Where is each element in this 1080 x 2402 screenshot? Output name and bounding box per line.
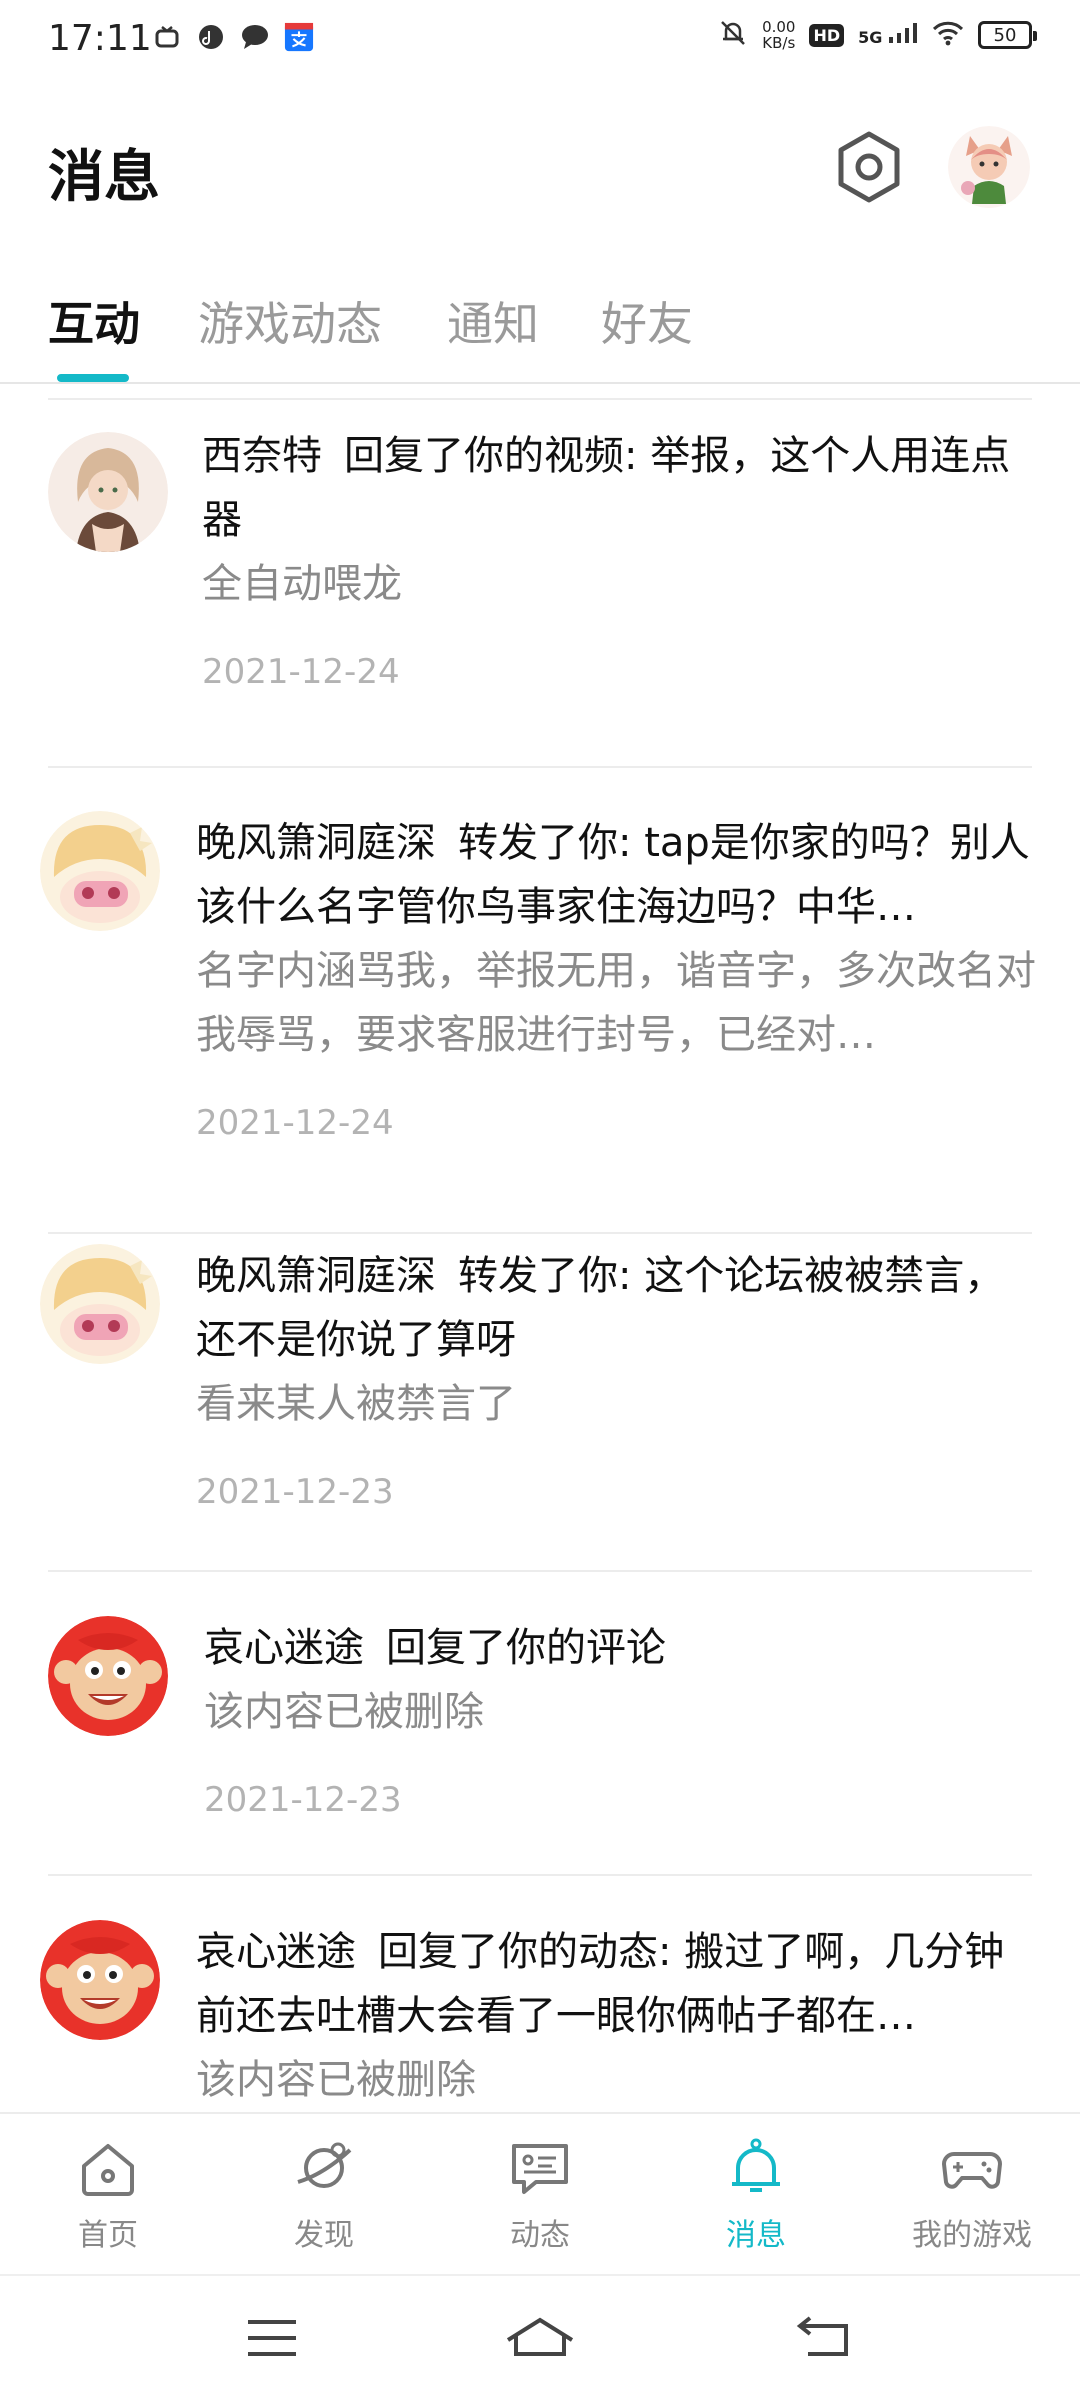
tab-active-indicator bbox=[57, 374, 129, 382]
message-date: 2021-12-23 bbox=[204, 1780, 402, 1820]
tab-notifications[interactable]: 通知 bbox=[447, 288, 539, 354]
nickname[interactable]: 晚风箫洞庭深 bbox=[196, 1253, 436, 1299]
message-title: 西奈特 回复了你的视频: 举报，这个人用连点器 bbox=[202, 424, 1042, 552]
message-title: 晚风箫洞庭深 转发了你: tap是你家的吗？别人该什么名字管你鸟事家住海边吗？中华… bbox=[196, 811, 1036, 939]
status-time: 17:11 bbox=[48, 18, 152, 59]
network-label: 5G bbox=[858, 28, 883, 47]
nav-feed[interactable]: 动态 bbox=[450, 2136, 630, 2254]
nav-label: 动态 bbox=[510, 2218, 570, 2253]
avatar[interactable] bbox=[40, 1920, 160, 2040]
nav-label: 首页 bbox=[78, 2218, 138, 2253]
message-list[interactable]: 西奈特 回复了你的视频: 举报，这个人用连点器 全自动喂龙 2021-12-24 … bbox=[0, 384, 1080, 2112]
message-content: 哀心迷途 回复了你的动态: 搬过了啊，几分钟前还去吐槽大会看了一眼你俩帖子都在… … bbox=[196, 1920, 1036, 2112]
menu-button[interactable] bbox=[244, 2314, 300, 2366]
message-action: 回复了你的评论 bbox=[386, 1625, 666, 1671]
divider bbox=[48, 398, 1032, 400]
net-speed-unit: KB/s bbox=[762, 34, 796, 52]
status-bar: 17:11 0.00 KB/s HD 5G 50 bbox=[0, 0, 1080, 84]
system-nav-bar bbox=[0, 2274, 1080, 2402]
message-body: 全自动喂龙 bbox=[202, 561, 402, 607]
hd-badge: HD bbox=[809, 23, 845, 47]
divider bbox=[48, 1232, 1032, 1234]
message-action: 回复了你的视频: 举报，这个人用连点器 bbox=[202, 433, 1011, 543]
bell-icon bbox=[732, 2138, 780, 2192]
nav-label: 发现 bbox=[294, 2218, 354, 2253]
message-content: 西奈特 回复了你的视频: 举报，这个人用连点器 全自动喂龙 2021-12-24 bbox=[202, 424, 1042, 692]
nickname[interactable]: 西奈特 bbox=[202, 433, 322, 479]
home-button[interactable] bbox=[504, 2314, 576, 2366]
nav-my-games[interactable]: 我的游戏 bbox=[882, 2136, 1062, 2254]
tab-interaction[interactable]: 互动 bbox=[48, 288, 140, 354]
message-title: 晚风箫洞庭深 转发了你: 这个论坛被被禁言，还不是你说了算呀 bbox=[196, 1244, 1036, 1372]
message-body: 该内容已被删除 bbox=[204, 1689, 484, 1735]
net-speed: 0.00 KB/s bbox=[762, 19, 795, 51]
message-content: 哀心迷途 回复了你的评论 该内容已被删除 2021-12-23 bbox=[204, 1616, 1044, 1820]
nav-discover[interactable]: 发现 bbox=[234, 2136, 414, 2254]
nav-messages[interactable]: 消息 bbox=[666, 2136, 846, 2254]
home-outline-icon bbox=[506, 2317, 574, 2356]
mute-bell-icon bbox=[718, 18, 748, 52]
message-date: 2021-12-24 bbox=[196, 1103, 394, 1143]
signal-icon bbox=[889, 23, 917, 43]
gamepad-icon bbox=[942, 2152, 1002, 2189]
my-avatar[interactable] bbox=[948, 126, 1030, 208]
avatar[interactable] bbox=[48, 432, 168, 552]
wifi-icon bbox=[932, 20, 964, 50]
menu-icon bbox=[248, 2320, 296, 2356]
music-icon bbox=[196, 22, 226, 52]
nickname[interactable]: 哀心迷途 bbox=[196, 1929, 356, 1975]
message-body: 名字内涵骂我，举报无用，谐音字，多次改名对我辱骂，要求客服进行封号，已经对… bbox=[196, 948, 1036, 1058]
bottom-nav: 首页 发现 动态 消息 我的游戏 bbox=[0, 2112, 1080, 2276]
nickname[interactable]: 哀心迷途 bbox=[204, 1625, 364, 1671]
tab-bar: 互动 游戏动态 通知 好友 bbox=[0, 282, 1080, 384]
message-date: 2021-12-23 bbox=[196, 1472, 394, 1512]
message-content: 晚风箫洞庭深 转发了你: tap是你家的吗？别人该什么名字管你鸟事家住海边吗？中华… bbox=[196, 811, 1036, 1143]
nav-label: 消息 bbox=[726, 2218, 786, 2253]
divider bbox=[48, 1874, 1032, 1876]
tv-icon bbox=[152, 22, 182, 52]
alipay-icon bbox=[284, 22, 314, 52]
nav-home[interactable]: 首页 bbox=[18, 2136, 198, 2254]
message-content: 晚风箫洞庭深 转发了你: 这个论坛被被禁言，还不是你说了算呀 看来某人被禁言了 2… bbox=[196, 1244, 1036, 1512]
avatar[interactable] bbox=[48, 1616, 168, 1736]
message-bubble-icon bbox=[240, 22, 270, 52]
back-icon bbox=[796, 2316, 848, 2356]
back-button[interactable] bbox=[796, 2314, 852, 2366]
nav-label: 我的游戏 bbox=[912, 2218, 1032, 2253]
home-icon bbox=[82, 2144, 134, 2196]
net-speed-value: 0.00 bbox=[762, 18, 796, 36]
message-date: 2021-12-24 bbox=[202, 652, 400, 692]
network-5g: 5G bbox=[858, 23, 918, 47]
avatar[interactable] bbox=[40, 811, 160, 931]
nickname[interactable]: 晚风箫洞庭深 bbox=[196, 820, 436, 866]
tab-game-news[interactable]: 游戏动态 bbox=[198, 288, 382, 354]
page-title: 消息 bbox=[48, 145, 160, 210]
settings-button[interactable] bbox=[832, 130, 906, 204]
message-title: 哀心迷途 回复了你的动态: 搬过了啊，几分钟前还去吐槽大会看了一眼你俩帖子都在… bbox=[196, 1920, 1036, 2048]
message-title: 哀心迷途 回复了你的评论 bbox=[204, 1616, 1044, 1680]
hexagon-settings-icon bbox=[838, 131, 900, 203]
tab-friends[interactable]: 好友 bbox=[601, 288, 693, 354]
message-body: 看来某人被禁言了 bbox=[196, 1381, 516, 1427]
chat-card-icon bbox=[512, 2144, 568, 2194]
divider bbox=[48, 766, 1032, 768]
divider bbox=[48, 1570, 1032, 1572]
battery-icon: 50 bbox=[978, 21, 1037, 49]
header: 消息 bbox=[0, 120, 1080, 220]
avatar[interactable] bbox=[40, 1244, 160, 1364]
status-right: 0.00 KB/s HD 5G 50 bbox=[718, 18, 1037, 52]
message-body: 该内容已被删除 bbox=[196, 2057, 476, 2103]
notification-icons bbox=[152, 22, 314, 52]
planet-icon bbox=[297, 2142, 352, 2188]
